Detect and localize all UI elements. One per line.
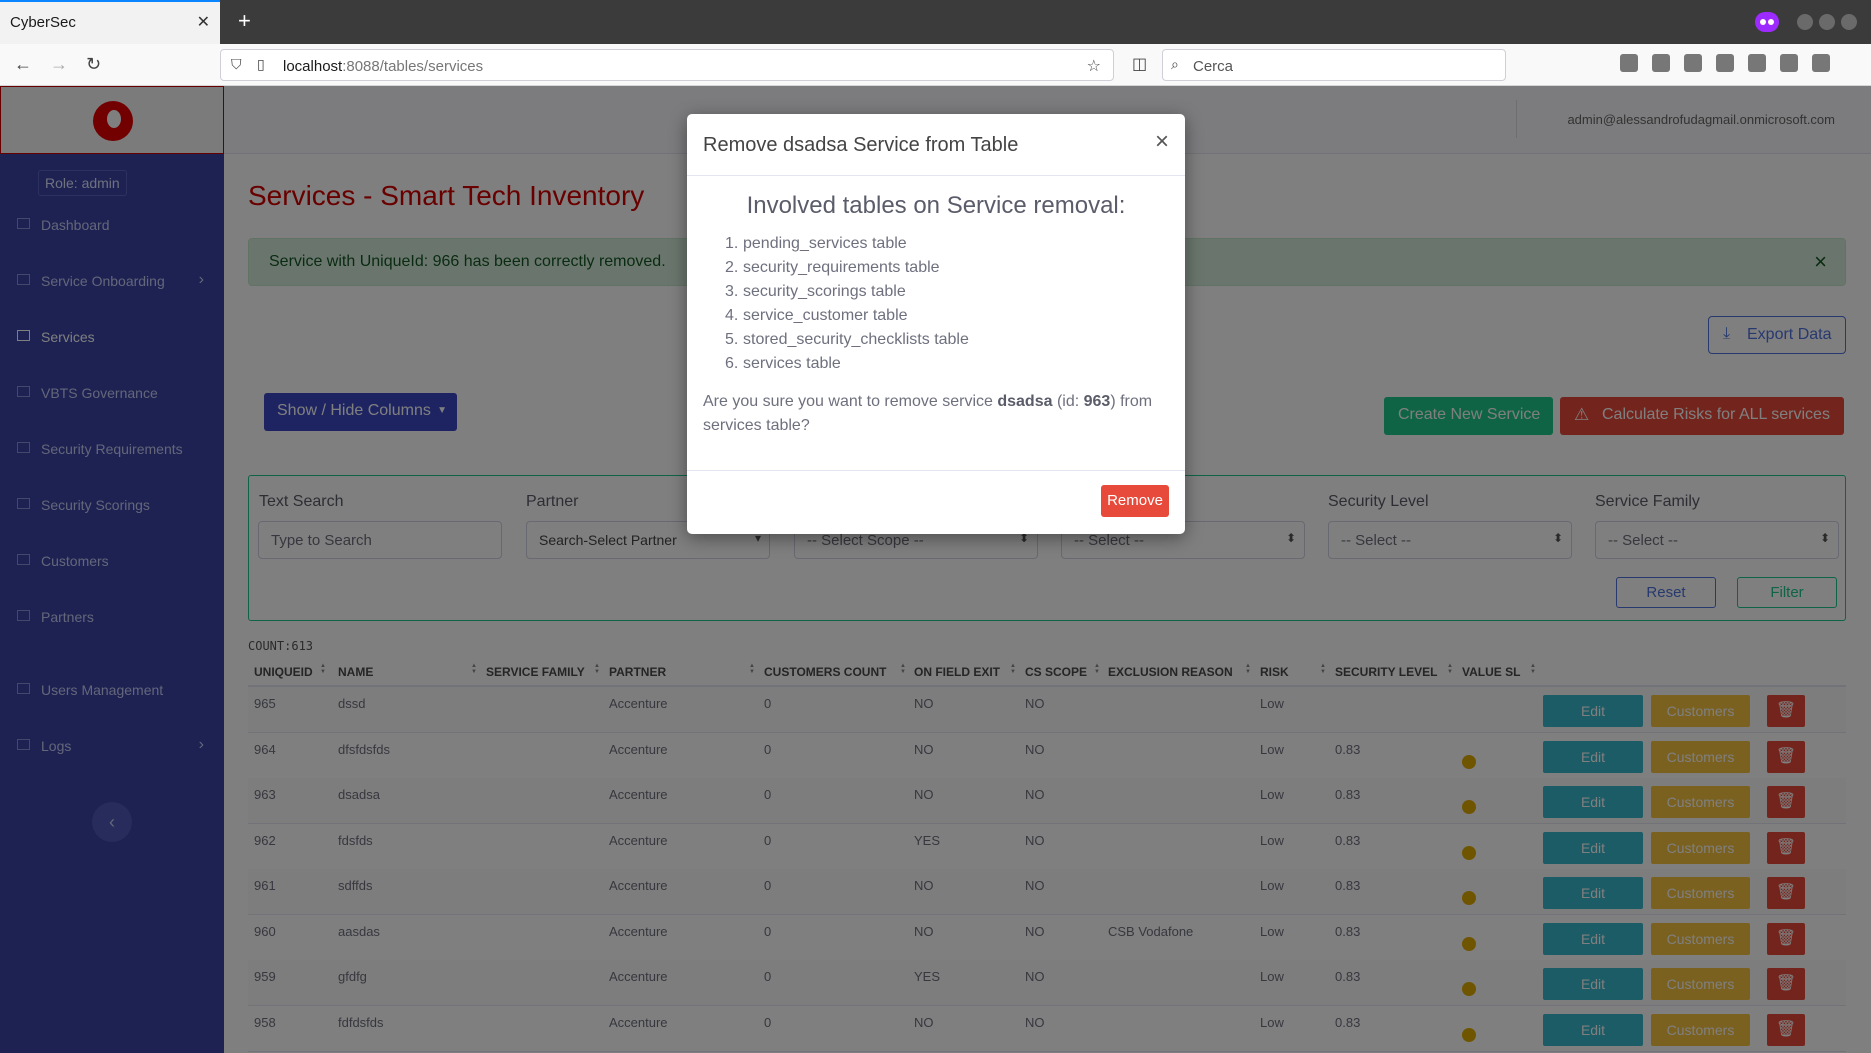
question-pre: Are you sure you want to remove service: [703, 393, 998, 410]
involved-table-item: 4. service_customer table: [725, 304, 969, 328]
involved-table-name: service_customer table: [743, 307, 908, 324]
list-number: 4.: [725, 307, 739, 324]
url-host: localhost: [283, 58, 343, 75]
pocket-icon[interactable]: ◫: [1132, 54, 1147, 74]
involved-table-item: 3. security_scorings table: [725, 280, 969, 304]
involved-table-name: stored_security_checklists table: [743, 331, 969, 348]
involved-table-item: 1. pending_services table: [725, 232, 969, 256]
involved-table-item: 6. services table: [725, 352, 969, 376]
reload-icon[interactable]: ↻: [86, 54, 101, 75]
page-icon: ▯: [257, 56, 265, 72]
browser-tabbar: CyberSec ✕ +: [0, 0, 1871, 44]
private-browsing-icon: [1755, 12, 1779, 32]
window-controls: [1755, 12, 1857, 32]
question-mid: (id:: [1052, 393, 1084, 410]
remove-button[interactable]: Remove: [1101, 485, 1169, 517]
list-number: 2.: [725, 259, 739, 276]
list-number: 3.: [725, 283, 739, 300]
account-icon[interactable]: [1716, 54, 1734, 72]
forward-icon[interactable]: →: [50, 54, 68, 75]
menu-icon[interactable]: [1812, 54, 1830, 72]
browser-navbar: ← → ↻ ⛉ ▯ localhost:8088/tables/services…: [0, 44, 1871, 86]
bookmark-star-icon[interactable]: ☆: [1087, 56, 1101, 76]
involved-table-name: security_scorings table: [743, 283, 906, 300]
extension-icon[interactable]: [1780, 54, 1798, 72]
modal-subtitle: Involved tables on Service removal:: [746, 192, 1126, 219]
toolbar-extension-icons: [1620, 54, 1830, 72]
list-number: 5.: [725, 331, 739, 348]
browser-tab[interactable]: CyberSec ✕: [0, 0, 220, 44]
vue-devtools-icon[interactable]: [1748, 54, 1766, 72]
url-bar[interactable]: ⛉ ▯ localhost:8088/tables/services ☆: [220, 49, 1114, 81]
tab-title: CyberSec: [10, 14, 76, 31]
involved-table-item: 5. stored_security_checklists table: [725, 328, 969, 352]
involved-tables-list: 1. pending_services table 2. security_requi…: [725, 232, 969, 376]
modal-confirm-text: Are you sure you want to remove service …: [703, 390, 1173, 438]
shield-icon[interactable]: ⛉: [231, 56, 242, 73]
modal-footer: Remove: [687, 470, 1185, 534]
modal-header: Remove dsadsa Service from Table ×: [687, 114, 1185, 176]
modal-close-icon[interactable]: ×: [1155, 128, 1169, 156]
search-icon: ⌕: [1171, 56, 1179, 72]
back-icon[interactable]: ←: [14, 54, 32, 75]
tab-close-icon[interactable]: ✕: [197, 12, 210, 32]
translate-icon[interactable]: [1652, 54, 1670, 72]
list-number: 6.: [725, 355, 739, 372]
page-root: CyberSec ✕ + ← → ↻ ⛉ ▯ localhost:8088/ta…: [0, 0, 1871, 1053]
browser-search-bar[interactable]: ⌕ Cerca: [1162, 49, 1506, 81]
close-window-icon[interactable]: [1841, 14, 1857, 30]
service-name: dsadsa: [997, 393, 1053, 410]
reader-icon[interactable]: [1620, 54, 1638, 72]
new-tab-icon[interactable]: +: [238, 8, 251, 34]
maximize-icon[interactable]: [1819, 14, 1835, 30]
url-path: :8088/tables/services: [342, 58, 484, 75]
url-text[interactable]: localhost:8088/tables/services: [283, 58, 483, 75]
search-placeholder: Cerca: [1193, 58, 1234, 75]
involved-table-item: 2. security_requirements table: [725, 256, 969, 280]
service-id: 963: [1083, 393, 1111, 410]
modal-title: Remove dsadsa Service from Table: [703, 134, 1019, 156]
involved-table-name: security_requirements table: [743, 259, 940, 276]
screenshot-icon[interactable]: [1684, 54, 1702, 72]
involved-table-name: pending_services table: [743, 235, 907, 252]
involved-table-name: services table: [743, 355, 841, 372]
minimize-icon[interactable]: [1797, 14, 1813, 30]
remove-service-modal: Remove dsadsa Service from Table × Invol…: [687, 114, 1185, 534]
list-number: 1.: [725, 235, 739, 252]
